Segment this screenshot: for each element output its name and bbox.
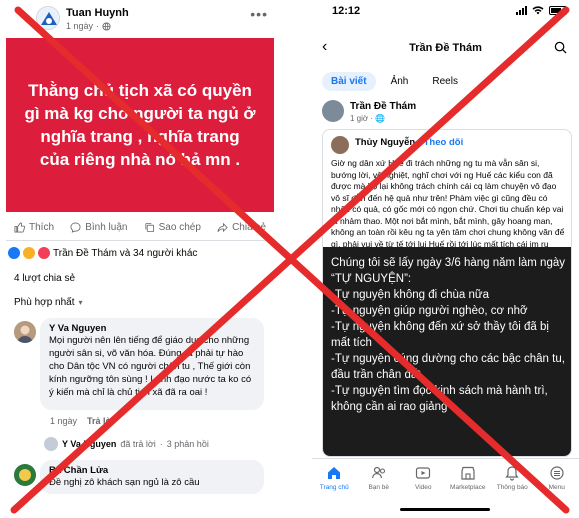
tab-posts[interactable]: Bài viết (322, 72, 376, 91)
copy-button[interactable]: Sao chép (144, 217, 201, 237)
status-time: 12:12 (332, 5, 361, 17)
post-header: Tuan Huynh 1 ngày · ••• (8, 4, 276, 34)
nav-menu-label: Menu (548, 484, 565, 491)
tab-reels[interactable]: Reels (423, 72, 467, 91)
share-icon (217, 222, 228, 232)
marketplace-icon (461, 466, 475, 480)
dark-line: Chúng tôi sẽ lấy ngày 3/6 hàng năm làm n… (331, 257, 565, 285)
nav-friends[interactable]: Bạn bè (357, 465, 401, 518)
friends-icon (371, 466, 385, 479)
post-header: Trần Đề Thám 1 giờ · 🌐 (322, 100, 572, 128)
shared-post-text: Giờ ng dân xứ Huế đi trách những ng tu m… (331, 158, 565, 260)
shared-author-avatar[interactable] (331, 136, 349, 154)
share-button[interactable]: Chia sẻ (217, 217, 266, 237)
author-avatar[interactable] (322, 100, 344, 122)
home-icon (328, 467, 341, 479)
copy-icon (145, 222, 154, 232)
nav-notifications-label: Thông báo (496, 484, 528, 491)
replied-action: đã trả lời (120, 439, 156, 449)
dark-line: -Tự nguyện tìm đọc kinh sách mà hành trì… (331, 385, 548, 413)
battery-icon (549, 6, 567, 15)
search-icon[interactable] (554, 41, 567, 54)
commenter-name[interactable]: Y Va Nguyen (49, 323, 255, 334)
reaction-summary[interactable]: Trần Đề Thám và 34 người khác (8, 245, 197, 261)
post-image-text-card[interactable]: Thằng chủ tịch xã có quyền gì mà kg cho … (6, 38, 274, 212)
divider (6, 240, 274, 241)
view-replies-link[interactable]: Y Va Nguyen đã trả lời · 3 phản hồi (44, 437, 209, 451)
nav-home-label: Trang chủ (319, 484, 349, 491)
author-avatar[interactable] (36, 6, 60, 30)
like-button[interactable]: Thích (14, 217, 54, 237)
reply-button[interactable]: Trả lời (87, 416, 114, 426)
profile-nav-bar: ‹ Trần Đề Thám (312, 38, 579, 62)
profile-title: Trần Đề Thám (409, 42, 482, 54)
post-time: 1 ngày (66, 21, 94, 31)
reply-avatar (44, 437, 58, 451)
signal-icon (516, 6, 527, 15)
haha-reaction-icon (23, 247, 35, 259)
commenter-avatar[interactable] (14, 321, 36, 343)
comment-time: 1 ngày (50, 416, 78, 426)
comment-label: Bình luận (85, 221, 128, 233)
share-label: Chia sẻ (232, 221, 266, 233)
nav-notifications[interactable]: Thông báo (490, 465, 534, 518)
wifi-icon (532, 6, 544, 15)
share-count[interactable]: 4 lượt chia sẻ (14, 273, 75, 284)
follow-button[interactable]: Theo dõi (424, 137, 464, 148)
chevron-down-icon: ▾ (78, 298, 83, 307)
dark-line: -Tự nguyện không đến xứ sở thầy tôi đã b… (331, 321, 549, 349)
like-label: Thích (29, 221, 55, 233)
menu-icon (550, 466, 564, 480)
author-name[interactable]: Tuan Huynh (66, 7, 129, 19)
dark-line: -Tự nguyện giúp người nghèo, cơ nhỡ (331, 305, 528, 317)
dark-line: -Tự nguyện không đi chùa nữa (331, 289, 489, 301)
post-image-text: Thằng chủ tịch xã có quyền gì mà kg cho … (24, 81, 256, 169)
comment-text: Đề nghị zô khách sạn ngủ là zô cầu (49, 477, 200, 488)
nav-friends-label: Bạn bè (368, 484, 390, 491)
status-icons (516, 6, 567, 15)
profile-tabs: Bài viết Ảnh Reels (322, 72, 467, 91)
reply-count: 3 phản hồi (166, 439, 209, 449)
dark-line: -Tự nguyện cúng dường cho các bậc chân t… (331, 353, 565, 381)
nav-video-label: Video (414, 484, 432, 491)
right-phone-panel: 12:12 ‹ Trần Đề Thám Bài viết Ảnh Reels … (312, 0, 579, 518)
tab-photos[interactable]: Ảnh (382, 72, 418, 91)
commenter-avatar[interactable] (14, 464, 36, 486)
thumbs-up-icon (14, 222, 25, 232)
love-reaction-icon (38, 247, 50, 259)
nav-menu[interactable]: Menu (535, 465, 579, 518)
replier-name: Y Va Nguyen (62, 439, 117, 449)
bell-icon (505, 466, 519, 481)
video-icon (416, 467, 431, 479)
shared-post[interactable]: Thủy Nguyễn · Theo dõi Giờ ng dân xứ Huế… (322, 129, 572, 457)
post-time: 1 giờ · 🌐 (350, 114, 386, 123)
comment-button[interactable]: Bình luận (70, 217, 127, 237)
status-bar: 12:12 (312, 0, 579, 26)
home-indicator (400, 508, 490, 511)
shared-image-dark[interactable]: Chúng tôi sẽ lấy ngày 3/6 hàng năm làm n… (323, 247, 571, 456)
globe-icon (102, 21, 111, 31)
comment-icon (70, 222, 81, 233)
post-meta: 1 ngày · (66, 21, 111, 31)
more-options-icon[interactable]: ••• (250, 6, 268, 22)
comment-bubble: Bá Chần Lửa Đề nghị zô khách sạn ngủ là … (40, 460, 264, 494)
comment-footer: 1 ngày Trả lời (50, 416, 114, 426)
nav-home[interactable]: Trang chủ (312, 465, 356, 518)
post-actions: Thích Bình luận Sao chép Chia sẻ (6, 217, 274, 237)
like-reaction-icon (8, 247, 20, 259)
author-name[interactable]: Trần Đề Thám (350, 101, 416, 112)
shared-author-name[interactable]: Thủy Nguyễn (355, 137, 415, 148)
commenter-name[interactable]: Bá Chần Lửa (49, 465, 255, 476)
comment-text: Mọi người nên lên tiếng để giáo dục cho … (49, 335, 252, 398)
nav-marketplace-label: Marketplace (450, 484, 486, 491)
reaction-names: Trần Đề Thám và 34 người khác (53, 247, 198, 259)
comment-bubble: Y Va Nguyen Mọi người nên lên tiếng để g… (40, 318, 264, 410)
copy-label: Sao chép (158, 221, 201, 233)
left-post-panel: Tuan Huynh 1 ngày · ••• Thằng chủ tịch x… (0, 0, 283, 518)
sort-label: Phù hợp nhất (14, 297, 75, 308)
comment-sort-dropdown[interactable]: Phù hợp nhất ▾ (14, 297, 83, 308)
